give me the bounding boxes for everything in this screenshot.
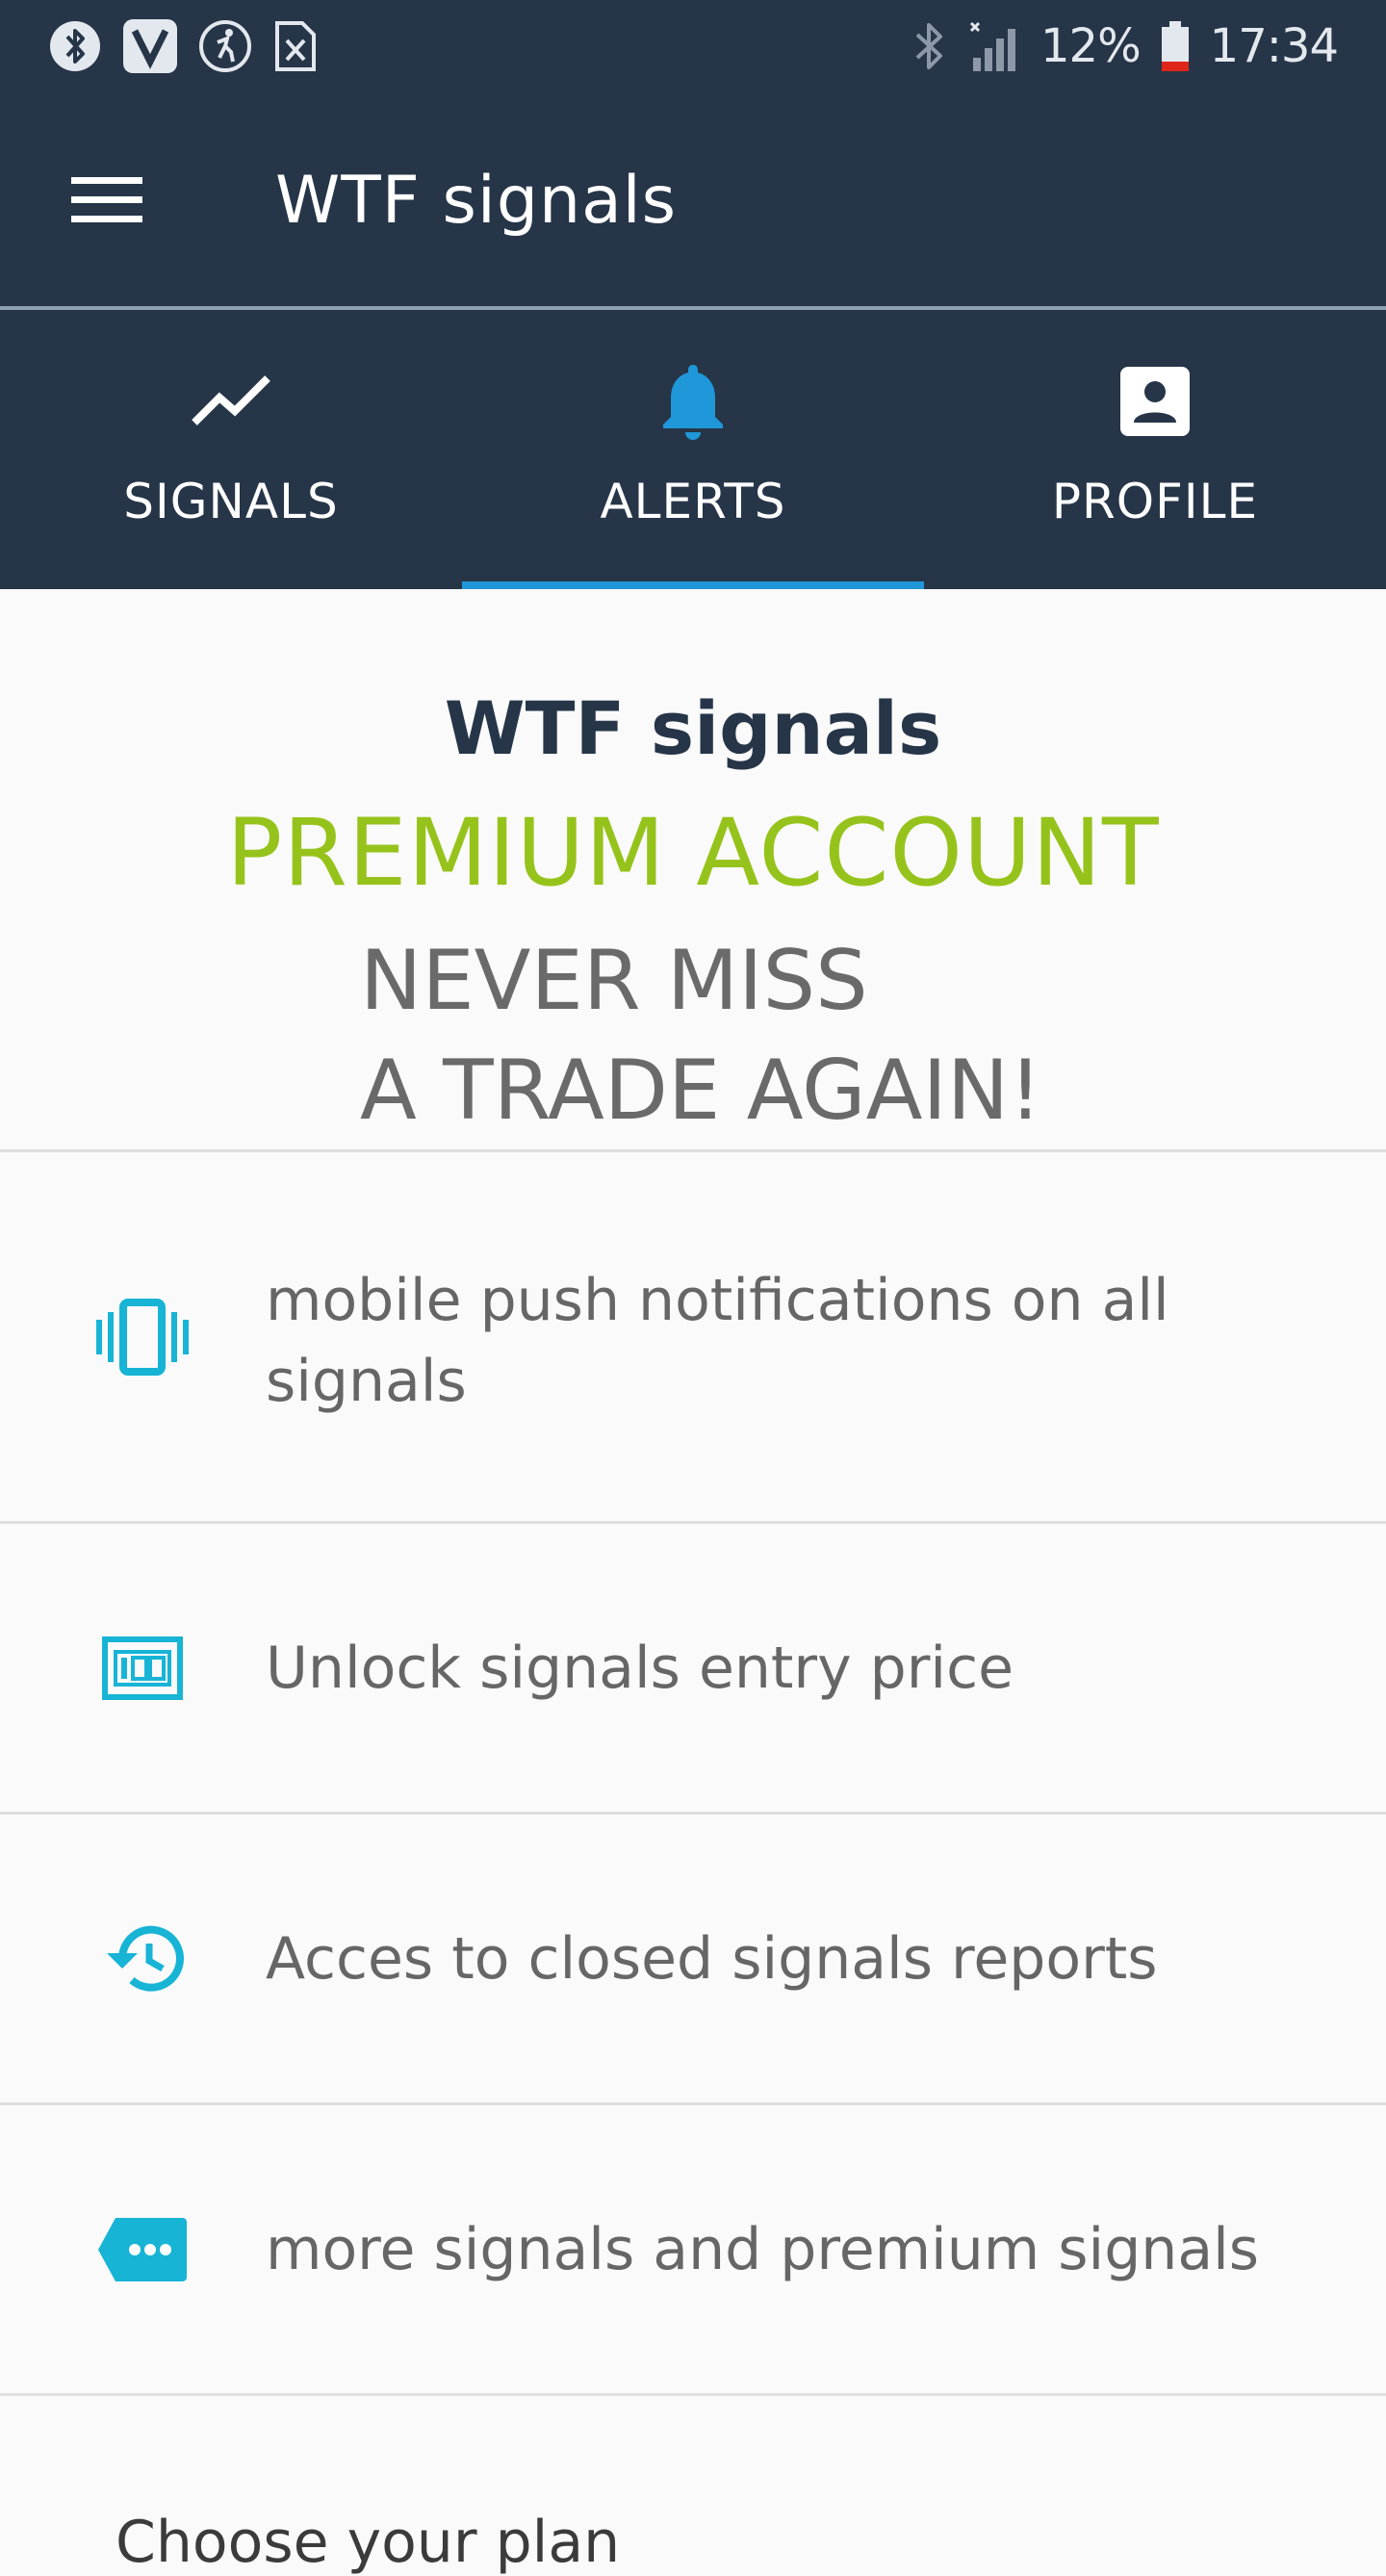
- app-bar: WTF signals: [0, 92, 1386, 308]
- vibrate-icon: [92, 1287, 192, 1387]
- clock: 17:34: [1209, 19, 1339, 73]
- status-left-icons: [48, 17, 318, 75]
- tab-profile[interactable]: PROFILE: [924, 310, 1386, 589]
- history-icon: [92, 1909, 192, 2009]
- list-item: Unlock signals entry price: [0, 1524, 1386, 1812]
- status-bar: 12% 17:34: [0, 0, 1386, 92]
- app-title: WTF signals: [275, 162, 678, 239]
- signal-icon: [967, 19, 1021, 73]
- premium-account-title: PREMIUM ACCOUNT: [226, 799, 1160, 907]
- tab-bar: SIGNALS ALERTS PROFILE: [0, 310, 1386, 589]
- feature-text: more signals and premium signals: [266, 2216, 1260, 2283]
- choose-plan-heading: Choose your plan: [116, 2509, 621, 2576]
- hamburger-menu-icon[interactable]: [54, 147, 160, 253]
- hero-tagline: NEVER MISS A TRADE AGAIN!: [360, 926, 1042, 1146]
- bluetooth-icon: [910, 19, 948, 73]
- divider: [0, 2393, 1386, 2396]
- battery-icon: [1160, 19, 1191, 73]
- active-tab-indicator: [462, 581, 924, 589]
- list-item: mobile push notifications on all signals: [0, 1152, 1386, 1521]
- list-item: Acces to closed signals reports: [0, 1815, 1386, 2102]
- feature-text: Acces to closed signals reports: [266, 1925, 1158, 1993]
- trending-line-icon: [191, 358, 271, 445]
- hero-brand: WTF signals: [444, 685, 942, 771]
- tab-alerts-label: ALERTS: [600, 474, 786, 529]
- contact-card-icon: [1118, 358, 1192, 445]
- label-more-icon: [92, 2200, 192, 2300]
- premium-hero: WTF signals PREMIUM ACCOUNT NEVER MISS A…: [0, 589, 1386, 1149]
- battery-percent: 12%: [1040, 19, 1142, 73]
- feature-text: Unlock signals entry price: [266, 1635, 1014, 1702]
- status-right-icons: 12% 17:34: [910, 19, 1339, 73]
- v-app-icon: [121, 17, 179, 75]
- tab-signals-label: SIGNALS: [123, 474, 339, 529]
- bell-icon: [659, 358, 727, 445]
- tagline-line-1: NEVER MISS: [360, 933, 868, 1029]
- bluetooth-icon: [48, 19, 102, 73]
- tab-profile-label: PROFILE: [1051, 474, 1259, 529]
- price-100-icon: [92, 1618, 192, 1718]
- list-item: more signals and premium signals: [0, 2105, 1386, 2393]
- sheet-icon: [271, 19, 318, 73]
- tagline-line-2: A TRADE AGAIN!: [360, 1043, 1042, 1139]
- tab-alerts[interactable]: ALERTS: [462, 310, 924, 589]
- fitness-icon: [198, 19, 252, 73]
- feature-text: mobile push notifications on all signals: [266, 1267, 1169, 1415]
- tab-signals[interactable]: SIGNALS: [0, 310, 462, 589]
